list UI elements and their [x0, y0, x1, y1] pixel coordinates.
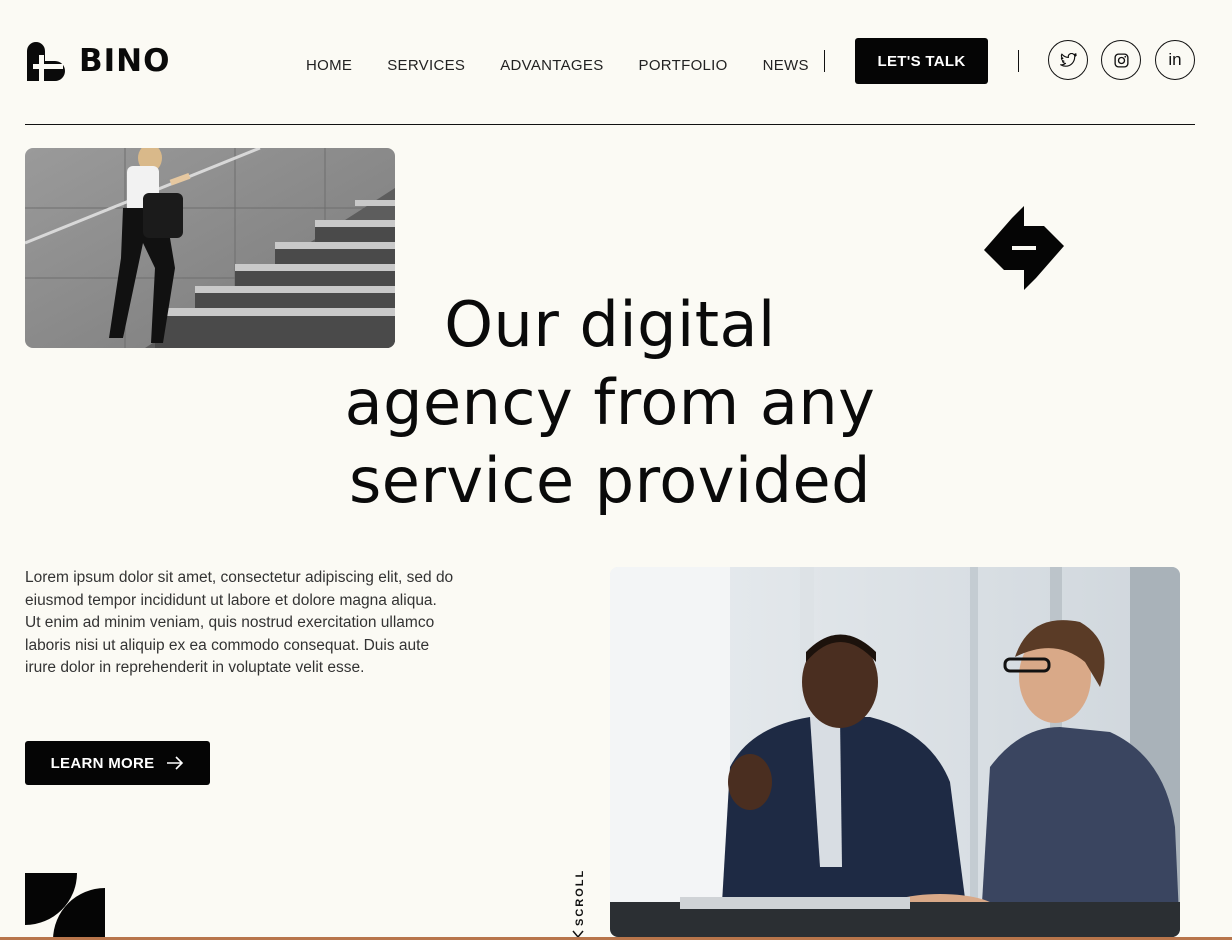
header-divider	[25, 124, 1195, 125]
brand-name: BINO	[79, 43, 171, 79]
nav-news[interactable]: NEWS	[763, 57, 809, 74]
main-nav: HOME SERVICES ADVANTAGES PORTFOLIO NEWS	[306, 57, 809, 74]
instagram-icon	[1113, 52, 1129, 68]
page: BINO HOME SERVICES ADVANTAGES PORTFOLIO …	[0, 0, 1232, 940]
twitter-link[interactable]	[1048, 40, 1088, 80]
linkedin-link[interactable]: in	[1155, 40, 1195, 80]
learn-more-button[interactable]: LEARN MORE	[25, 741, 210, 785]
decorative-arrows-icon	[984, 206, 1064, 290]
hero-title-line: service provided	[349, 444, 871, 517]
scroll-indicator[interactable]: SCROLL	[569, 855, 591, 940]
hero-title: Our digital agency from any service prov…	[300, 286, 920, 520]
nav-divider	[824, 50, 825, 72]
twitter-icon	[1059, 52, 1077, 67]
hero-title-line: Our digital	[444, 288, 776, 361]
social-divider	[1018, 50, 1019, 72]
scroll-label: SCROLL	[574, 868, 586, 926]
nav-services[interactable]: SERVICES	[387, 57, 465, 74]
business-meeting-image	[610, 567, 1180, 937]
nav-home[interactable]: HOME	[306, 57, 352, 74]
nav-advantages[interactable]: ADVANTAGES	[500, 57, 603, 74]
lets-talk-button[interactable]: LET'S TALK	[855, 38, 988, 84]
nav-portfolio[interactable]: PORTFOLIO	[639, 57, 728, 74]
hero-description: Lorem ipsum dolor sit amet, consectetur …	[25, 569, 454, 676]
brand-logo[interactable]: BINO	[25, 41, 170, 81]
instagram-link[interactable]	[1101, 40, 1141, 80]
hero-title-line: agency from any	[344, 366, 876, 439]
brand-mark-icon	[27, 42, 65, 81]
linkedin-icon: in	[1168, 50, 1182, 69]
learn-more-label: LEARN MORE	[50, 754, 155, 772]
arrow-right-icon	[166, 756, 184, 770]
decorative-quarter-circles-icon	[25, 873, 105, 940]
